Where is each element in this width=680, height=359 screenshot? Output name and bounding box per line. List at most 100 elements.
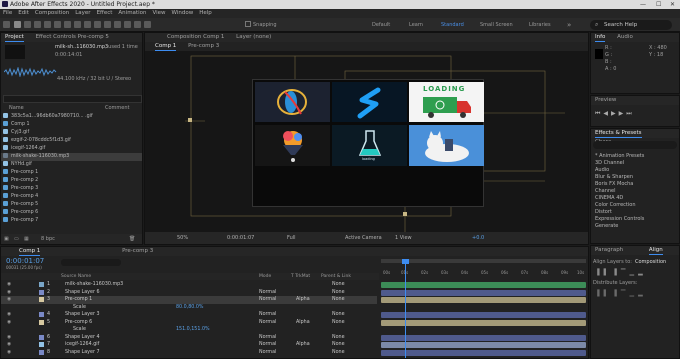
- type-tool-icon[interactable]: [94, 21, 101, 28]
- selection-tool-icon[interactable]: [14, 21, 21, 28]
- layer-bar[interactable]: [381, 312, 586, 318]
- effects-item[interactable]: Blur & Sharpen: [595, 174, 633, 181]
- brush-tool-icon[interactable]: [104, 21, 111, 28]
- effects-item[interactable]: Distort: [595, 209, 612, 216]
- workspace-default[interactable]: Default: [372, 20, 390, 30]
- list-item[interactable]: Comp 1: [1, 121, 142, 129]
- layer-bar[interactable]: [381, 289, 586, 296]
- view-layout-select[interactable]: 1 View: [395, 232, 412, 244]
- workspace-learn[interactable]: Learn: [409, 20, 423, 30]
- workspace-standard[interactable]: Standard: [441, 20, 464, 30]
- zoom-tool-icon[interactable]: [34, 21, 41, 28]
- pan-behind-tool-icon[interactable]: [64, 21, 71, 28]
- layer-bar[interactable]: [381, 319, 586, 326]
- new-folder-icon[interactable]: ▭: [14, 236, 19, 242]
- camera-tool-icon[interactable]: [54, 21, 61, 28]
- menu-layer[interactable]: Layer: [75, 10, 90, 16]
- interpret-footage-icon[interactable]: ▣: [4, 236, 9, 242]
- table-row[interactable]: ◉ 2 Shape Layer 6 Normal None: [1, 289, 377, 297]
- table-row[interactable]: ◉ 8 Shape Layer 7 Normal None: [1, 349, 377, 357]
- pen-tool-icon[interactable]: [84, 21, 91, 28]
- align-target-select[interactable]: Composition: [635, 259, 666, 265]
- effects-item[interactable]: Expression Controls: [595, 216, 644, 223]
- tab-timeline-pre-comp-3[interactable]: Pre-comp 3: [122, 247, 153, 256]
- list-item[interactable]: icegif-1264.gif: [1, 145, 142, 153]
- table-row[interactable]: ◉ 6 Shape Layer 4 Normal None: [1, 334, 377, 342]
- current-timecode[interactable]: 0:00:01:07: [6, 257, 44, 265]
- menu-animation[interactable]: Animation: [118, 10, 146, 16]
- layer-bar[interactable]: [381, 349, 586, 356]
- workspace-libraries[interactable]: Libraries: [529, 20, 551, 30]
- column-parent[interactable]: Parent & Link: [321, 273, 351, 280]
- tab-effects-presets[interactable]: Effects & Presets: [595, 129, 642, 138]
- table-row[interactable]: ◉ 4 Shape Layer 3 Normal None: [1, 311, 377, 319]
- roto-brush-tool-icon[interactable]: [134, 21, 141, 28]
- effects-item[interactable]: CINEMA 4D: [595, 195, 623, 202]
- workspace-more-icon[interactable]: »: [567, 20, 571, 30]
- playback-controls[interactable]: ⏮◀▶▶⏭: [595, 110, 635, 118]
- layer-color-label[interactable]: [39, 289, 44, 295]
- effects-item[interactable]: * Animation Presets: [595, 153, 644, 160]
- subtab-comp-1[interactable]: Comp 1: [155, 42, 176, 51]
- magnification-select[interactable]: 50%: [177, 232, 188, 244]
- tab-audio[interactable]: Audio: [617, 33, 633, 42]
- trash-icon[interactable]: 🗑: [129, 236, 135, 242]
- bpc-label[interactable]: 8 bpc: [41, 236, 55, 242]
- puppet-tool-icon[interactable]: [144, 21, 151, 28]
- playhead-handle[interactable]: [402, 259, 409, 264]
- effects-search-input[interactable]: [593, 141, 677, 149]
- menu-edit[interactable]: Edit: [18, 10, 29, 16]
- tab-paragraph[interactable]: Paragraph: [595, 246, 623, 255]
- property-row[interactable]: Scale 80.0,80.0%: [1, 304, 377, 312]
- menu-window[interactable]: Window: [172, 10, 194, 16]
- property-row[interactable]: Scale 151.0,151.0%: [1, 326, 377, 334]
- column-source-name[interactable]: Source Name: [61, 273, 91, 280]
- align-buttons[interactable]: ▐▌▐▔▁▂: [595, 269, 647, 276]
- tab-info[interactable]: Info: [595, 33, 605, 42]
- layer-color-label[interactable]: [39, 342, 44, 347]
- list-item[interactable]: Pre-comp 5: [1, 201, 142, 209]
- menu-file[interactable]: File: [3, 10, 12, 16]
- tab-timeline-comp-1[interactable]: Comp 1: [19, 247, 40, 256]
- layer-bar[interactable]: [381, 297, 586, 303]
- preview-title[interactable]: Preview: [591, 96, 679, 105]
- menu-effect[interactable]: Effect: [97, 10, 113, 16]
- effects-item[interactable]: Audio: [595, 167, 609, 174]
- eraser-tool-icon[interactable]: [124, 21, 131, 28]
- table-row[interactable]: ◉ 5 Pre-comp 6 Normal Alpha None: [1, 319, 377, 327]
- minimize-icon[interactable]: —: [640, 0, 646, 9]
- menu-view[interactable]: View: [152, 10, 165, 16]
- tab-align[interactable]: Align: [649, 246, 663, 255]
- new-composition-icon[interactable]: ▦: [24, 236, 29, 242]
- time-ruler[interactable]: 00s 01s 02s 03s 04s 05s 06s 07s 08s 09s …: [379, 257, 588, 281]
- effects-item[interactable]: 3D Channel: [595, 160, 624, 167]
- list-item[interactable]: Pre-comp 6: [1, 209, 142, 217]
- snapping-checkbox[interactable]: [245, 21, 251, 27]
- layer-bar[interactable]: [381, 282, 586, 288]
- hand-tool-icon[interactable]: [24, 21, 31, 28]
- column-name[interactable]: Name: [9, 105, 24, 111]
- project-search-field[interactable]: [3, 95, 142, 103]
- effects-item[interactable]: Channel: [595, 188, 616, 195]
- search-help-input[interactable]: Search Help: [590, 20, 672, 30]
- list-item[interactable]: Pre-comp 7: [1, 217, 142, 225]
- composition-viewer[interactable]: LOADING loading: [145, 51, 588, 232]
- list-item[interactable]: Pre-comp 1: [1, 169, 142, 177]
- menu-composition[interactable]: Composition: [35, 10, 69, 16]
- list-item[interactable]: Cyj3.gif: [1, 129, 142, 137]
- layer-search-input[interactable]: [61, 259, 121, 266]
- layer-color-label[interactable]: [39, 297, 44, 302]
- close-icon[interactable]: ✕: [670, 0, 675, 9]
- table-row[interactable]: ◉ 3 Pre-comp 1 Normal Alpha None: [1, 296, 377, 304]
- menu-help[interactable]: Help: [199, 10, 212, 16]
- effects-item[interactable]: Boris FX Mocha: [595, 181, 633, 188]
- effects-item[interactable]: Generate: [595, 223, 618, 230]
- column-comment[interactable]: Comment: [105, 105, 130, 111]
- distribute-buttons[interactable]: ▐▌▐▔▁▂: [595, 290, 647, 297]
- work-area-bar[interactable]: [381, 259, 586, 263]
- table-row[interactable]: ◉ 7 icegif-1264.gif Normal Alpha None: [1, 341, 377, 349]
- tab-composition-comp-1[interactable]: Composition Comp 1: [167, 33, 224, 42]
- camera-select[interactable]: Active Camera: [345, 232, 382, 244]
- layer-color-label[interactable]: [39, 282, 44, 287]
- exposure-value[interactable]: +0.0: [472, 232, 484, 244]
